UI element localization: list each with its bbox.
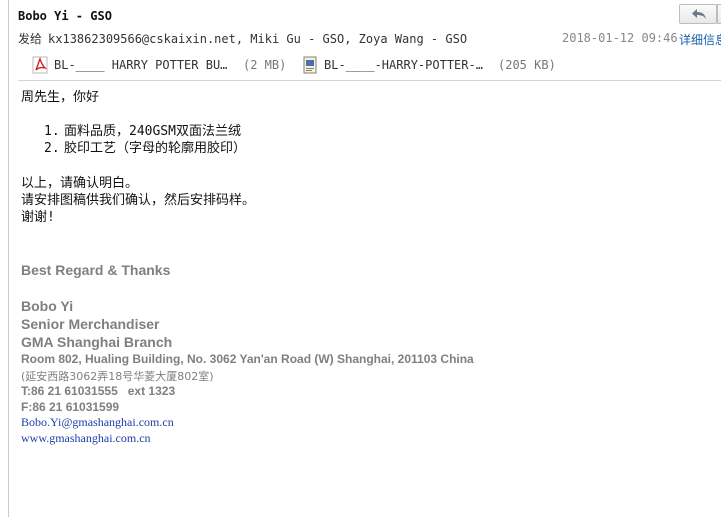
reply-options-button[interactable] [717, 4, 721, 24]
reply-arrow-icon [692, 9, 706, 19]
attachment-size: (205 KB) [498, 58, 556, 72]
email-header: Bobo Yi - GSO 发给 kx13862309566@cskaixin.n… [9, 0, 721, 84]
details-link[interactable]: 详细信息 [679, 31, 721, 48]
attachment-name: BL-____ HARRY POTTER BU… [54, 58, 228, 72]
signature-address-chinese: (延安西路3062弄18号华菱大厦802室) [21, 370, 214, 383]
sent-date: 2018-01-12 09:46 [562, 31, 678, 45]
signature-regards: Best Regard & Thanks [21, 262, 171, 278]
signature-title: Senior Merchandiser [21, 316, 160, 332]
list-item: 1. 面料品质，240GSM双面法兰绒 [44, 123, 246, 140]
reply-button[interactable] [679, 4, 717, 24]
signature-address: Room 802, Hualing Building, No. 3062 Yan… [21, 352, 474, 366]
attachment-name: BL-____-HARRY-POTTER-… [324, 58, 483, 72]
signature-email-link[interactable]: Bobo.Yi@gmashanghai.com.cn [21, 415, 174, 430]
requirements-list: 1. 面料品质，240GSM双面法兰绒 2. 胶印工艺（字母的轮廓用胶印） [44, 123, 246, 157]
signature-name: Bobo Yi [21, 298, 74, 314]
document-icon [303, 56, 317, 74]
attachment-pdf[interactable]: BL-____ HARRY POTTER BU… (2 MB) [32, 56, 302, 76]
list-text: 面料品质，240GSM双面法兰绒 [64, 124, 241, 139]
body-line: 请安排图稿供我们确认，然后安排码样。 [21, 193, 256, 208]
body-line: 以上，请确认明白。 [21, 176, 139, 191]
attachments-bar: BL-____ HARRY POTTER BU… (2 MB) BL-____-… [18, 52, 721, 81]
body-line: 谢谢! [21, 210, 55, 225]
signature-website-link[interactable]: www.gmashanghai.com.cn [21, 431, 151, 446]
recipients-label: 发给 [18, 32, 43, 46]
sender-name[interactable]: Bobo Yi - GSO [18, 9, 112, 23]
signature-branch: GMA Shanghai Branch [21, 334, 173, 350]
list-number: 2. [44, 141, 60, 156]
recipients-line: 发给 kx13862309566@cskaixin.net, Miki Gu - … [18, 30, 558, 47]
list-number: 1. [44, 124, 60, 139]
list-text: 胶印工艺（字母的轮廓用胶印） [64, 141, 247, 156]
signature-fax: F:86 21 61031599 [21, 400, 120, 414]
attachment-document[interactable]: BL-____-HARRY-POTTER-… (205 KB) [302, 56, 562, 76]
pdf-icon [32, 56, 48, 74]
signature-telephone: T:86 21 61031555 ext 1323 [21, 384, 176, 398]
recipients-list[interactable]: kx13862309566@cskaixin.net, Miki Gu - GS… [48, 32, 467, 46]
list-item: 2. 胶印工艺（字母的轮廓用胶印） [44, 140, 246, 157]
greeting: 周先生，你好 [21, 90, 100, 105]
attachment-size: (2 MB) [243, 58, 287, 72]
